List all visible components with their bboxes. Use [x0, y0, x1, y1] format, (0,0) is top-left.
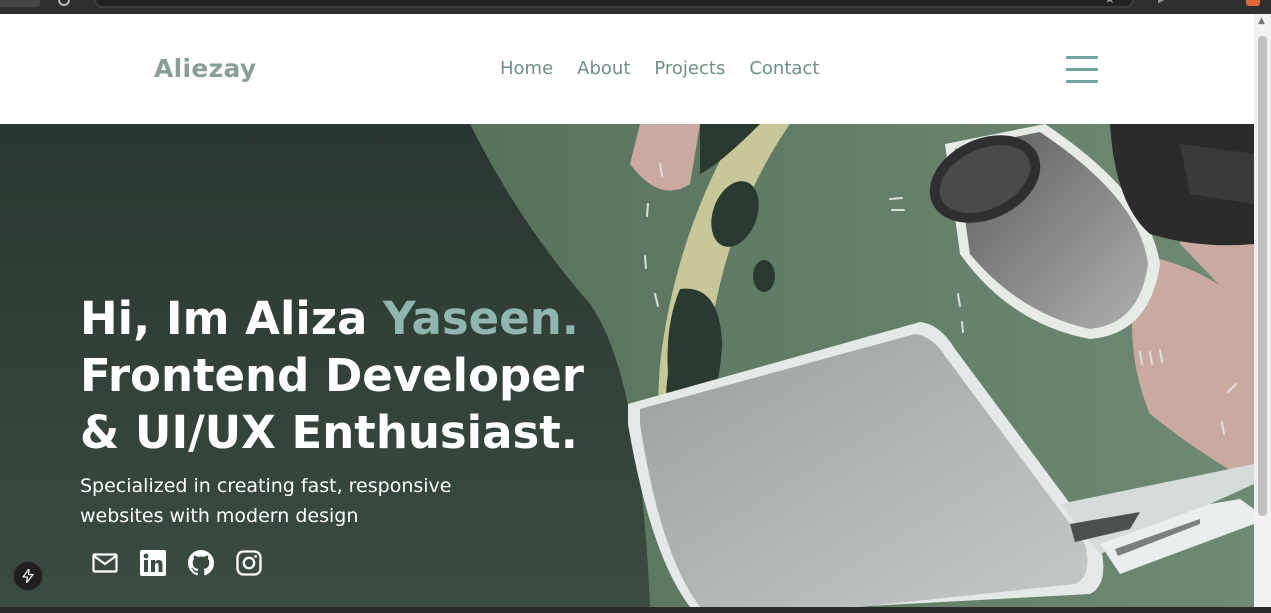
scroll-up-arrow-icon[interactable]: ▲ — [1258, 16, 1265, 26]
address-bar[interactable] — [94, 0, 1134, 8]
nav-link-contact[interactable]: Contact — [749, 58, 819, 79]
hero-text-block: Hi, Im Aliza Yaseen. Frontend Developer … — [80, 290, 584, 531]
headline-line1: Hi, Im Aliza — [80, 292, 384, 345]
media-icon[interactable]: ▶ — [1158, 0, 1166, 5]
main-nav: Home About Projects Contact — [500, 58, 819, 79]
mail-icon[interactable] — [90, 548, 120, 578]
linkedin-icon[interactable] — [138, 548, 168, 578]
social-links — [90, 548, 264, 578]
page-scrollbar[interactable]: ▲ — [1254, 14, 1271, 607]
browser-tab[interactable] — [0, 0, 40, 7]
headline-line2: Frontend Developer — [80, 349, 584, 402]
site-logo[interactable]: Aliezay — [154, 54, 257, 83]
browser-toolbar: ★ ▶ — [0, 0, 1271, 14]
page-viewport: Aliezay Home About Projects Contact Hi, … — [0, 14, 1254, 607]
extension-icon[interactable] — [1246, 0, 1260, 6]
nav-link-home[interactable]: Home — [500, 58, 553, 79]
nav-link-projects[interactable]: Projects — [654, 58, 725, 79]
bolt-icon[interactable] — [14, 562, 42, 590]
reload-icon[interactable] — [58, 0, 70, 6]
hero-subline: Specialized in creating fast, responsive… — [80, 475, 452, 527]
bookmark-star-icon[interactable]: ★ — [1104, 0, 1116, 7]
hero-section: Hi, Im Aliza Yaseen. Frontend Developer … — [0, 124, 1254, 607]
hero-headline: Hi, Im Aliza Yaseen. Frontend Developer … — [80, 290, 584, 461]
headline-line3: & UI/UX Enthusiast. — [80, 406, 578, 459]
bottom-edge — [0, 607, 1271, 613]
headline-accent-name: Yaseen. — [383, 292, 579, 345]
scroll-thumb[interactable] — [1258, 36, 1267, 516]
hamburger-menu-icon[interactable] — [1066, 54, 1098, 84]
github-icon[interactable] — [186, 548, 216, 578]
site-navbar: Aliezay Home About Projects Contact — [0, 14, 1254, 124]
instagram-icon[interactable] — [234, 548, 264, 578]
nav-link-about[interactable]: About — [577, 58, 630, 79]
